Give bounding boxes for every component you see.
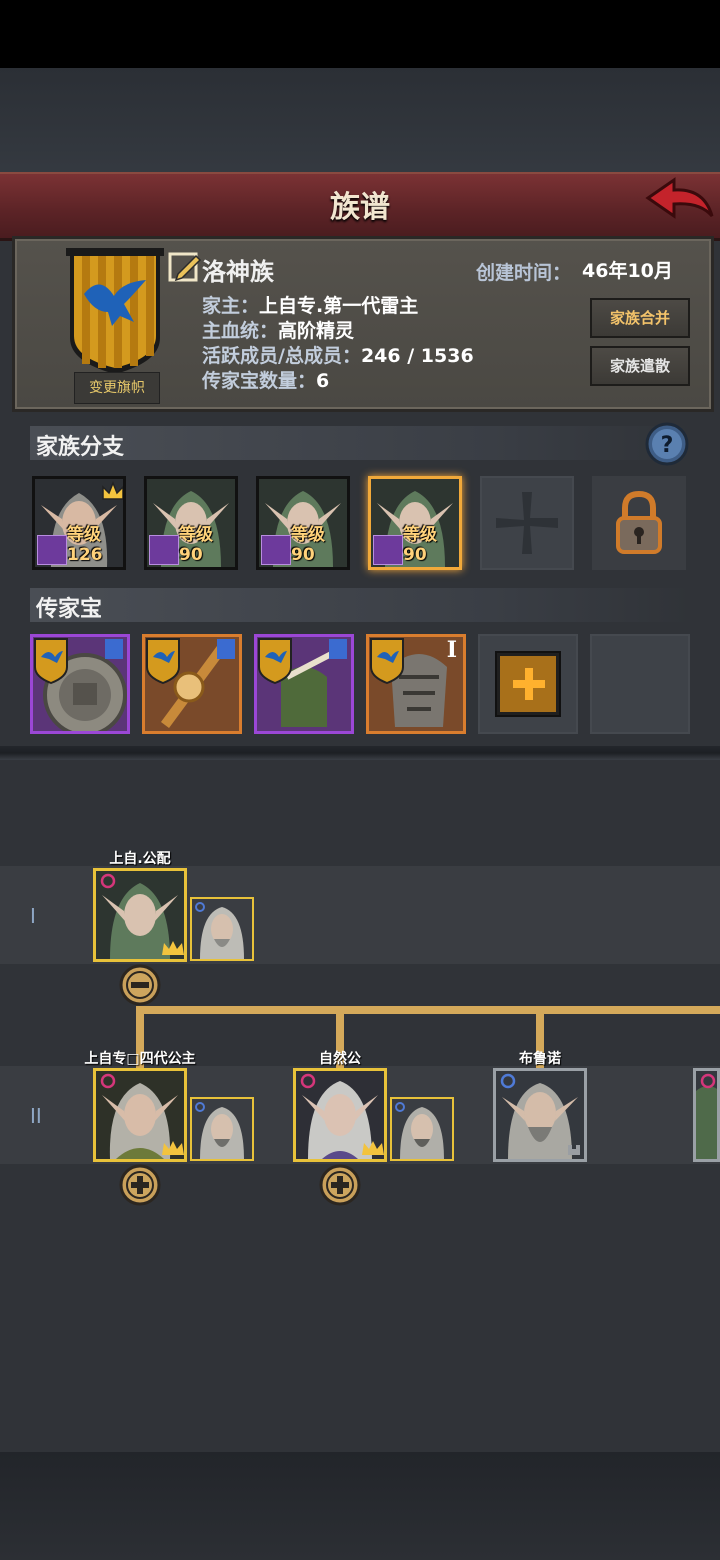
heirloom-tier: I — [446, 637, 457, 663]
branch-slot-empty[interactable] — [480, 476, 574, 570]
plus-icon — [119, 1164, 161, 1206]
member-name: 上自专□四代公主 — [84, 1051, 196, 1067]
info-value: 高阶精灵 — [278, 320, 355, 342]
member-portrait[interactable] — [693, 1068, 720, 1162]
svg-text:?: ? — [661, 433, 674, 458]
elf-portrait — [696, 1071, 717, 1159]
spouse-portrait[interactable] — [190, 897, 254, 961]
heirloom-slot-empty[interactable] — [590, 634, 690, 734]
clan-name: 洛神族 — [202, 258, 274, 286]
change-banner-button[interactable]: 变更旗帜 — [74, 372, 160, 404]
old-elf-portrait — [192, 1099, 252, 1159]
info-label: 主血统： — [202, 320, 279, 342]
elf-portrait — [296, 1071, 384, 1159]
branch-level: 等级90 — [291, 525, 325, 565]
staff-icon — [261, 535, 291, 565]
heirloom-slot[interactable] — [30, 634, 130, 734]
member-portrait[interactable] — [93, 1068, 187, 1162]
info-value: 6 — [316, 370, 330, 392]
expand-button[interactable] — [119, 1164, 161, 1206]
member-portrait[interactable] — [293, 1068, 387, 1162]
member-name: 布鲁诺 — [519, 1051, 561, 1067]
branch-slot[interactable]: 等级90 — [256, 476, 350, 570]
help-button[interactable]: ? — [645, 422, 689, 466]
generation-label: I — [30, 904, 36, 928]
shield-item-icon — [34, 638, 127, 731]
back-button[interactable] — [644, 176, 716, 232]
armor-item-icon — [258, 638, 347, 727]
status-bar — [0, 0, 720, 68]
add-heirloom-slot[interactable] — [478, 634, 578, 734]
disband-clan-button[interactable]: 家族遣散 — [590, 346, 690, 386]
founded-label: 创建时间： — [476, 262, 572, 284]
generation-label: II — [30, 1104, 42, 1128]
info-row-leader: 家主：上自专.第一代雷主 — [202, 291, 418, 318]
expand-button[interactable] — [319, 1164, 361, 1206]
lock-icon — [616, 490, 662, 554]
merge-clan-button[interactable]: 家族合并 — [590, 298, 690, 338]
member-name: 上自.公配 — [109, 851, 171, 867]
info-row-members: 活跃成员/总成员：246 / 1536 — [202, 341, 474, 368]
branch-level: 等级90 — [179, 525, 213, 565]
info-value: 246 / 1536 — [360, 345, 474, 367]
staff-icon — [37, 535, 67, 565]
bottom-bar — [0, 1452, 720, 1560]
old-elf-portrait — [392, 1099, 452, 1159]
info-value: 上自专.第一代雷主 — [259, 295, 419, 317]
branches-header — [30, 426, 690, 460]
plus-icon[interactable] — [480, 636, 576, 732]
section-divider — [0, 746, 720, 760]
branch-slot-locked[interactable] — [592, 476, 686, 570]
branch-slot[interactable]: 等级90 — [144, 476, 238, 570]
edit-name-icon[interactable] — [168, 250, 202, 284]
clan-banner[interactable] — [64, 246, 166, 376]
cross-icon — [496, 492, 558, 554]
branch-level: 等级90 — [403, 525, 437, 565]
spouse-portrait[interactable] — [390, 1097, 454, 1161]
info-row-bloodline: 主血统：高阶精灵 — [202, 316, 354, 343]
staff-icon — [149, 535, 179, 565]
heirlooms-title: 传家宝 — [36, 597, 103, 622]
branch-level: 等级126 — [67, 525, 103, 565]
spouse-portrait[interactable] — [190, 1097, 254, 1161]
founded-value: 46年10月 — [582, 260, 673, 282]
minus-icon — [119, 964, 161, 1006]
page-title: 族谱 — [330, 190, 390, 225]
info-label: 传家宝数量： — [202, 370, 317, 392]
heirloom-slot[interactable] — [142, 634, 242, 734]
info-row-heirlooms: 传家宝数量：6 — [202, 366, 329, 393]
member-portrait[interactable] — [493, 1068, 587, 1162]
heirlooms-header — [30, 588, 690, 622]
info-label: 活跃成员/总成员： — [202, 345, 361, 367]
heirloom-slot[interactable] — [254, 634, 354, 734]
heirloom-slot[interactable]: I — [366, 634, 466, 734]
banner-shield-icon — [66, 248, 164, 374]
tree-connector-horizontal — [136, 1006, 720, 1014]
staff-icon — [373, 535, 403, 565]
plus-icon — [319, 1164, 361, 1206]
back-arrow-icon — [645, 177, 714, 219]
member-portrait[interactable] — [93, 868, 187, 962]
header-background — [0, 68, 720, 178]
branch-slot[interactable]: 等级126 — [32, 476, 126, 570]
member-name: 自然公 — [319, 1051, 361, 1067]
question-icon: ? — [645, 422, 689, 466]
branch-slot-selected[interactable]: 等级90 — [368, 476, 462, 570]
old-elf-portrait — [496, 1071, 584, 1159]
info-label: 家主： — [202, 295, 260, 317]
branches-title: 家族分支 — [36, 435, 125, 460]
old-elf-portrait — [192, 899, 252, 959]
collapse-button[interactable] — [119, 964, 161, 1006]
staff-item-icon — [146, 638, 235, 728]
elf-portrait — [96, 1071, 184, 1159]
crown-icon — [102, 481, 123, 500]
elf-portrait — [96, 871, 184, 959]
